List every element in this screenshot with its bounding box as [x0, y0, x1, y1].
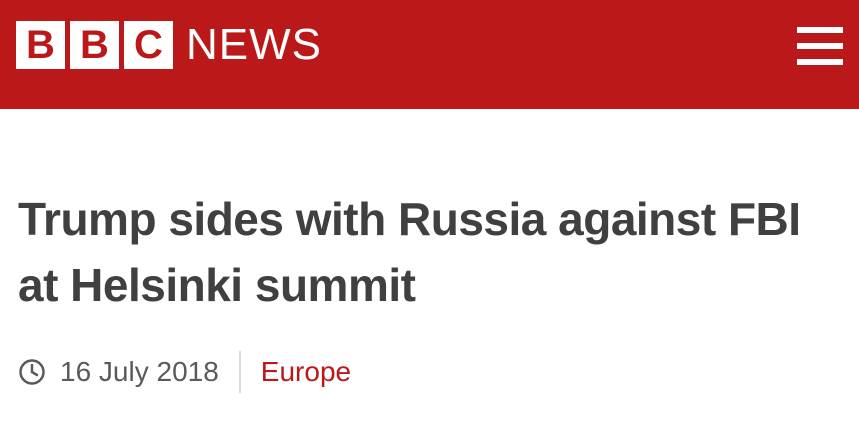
logo-block-c: C: [124, 21, 173, 69]
clock-icon: [18, 358, 46, 386]
site-header: B B C NEWS: [0, 0, 859, 109]
article-date: 16 July 2018: [60, 356, 219, 387]
menu-bar-middle: [797, 43, 843, 49]
hamburger-menu-icon[interactable]: [797, 27, 843, 65]
menu-bar-top: [797, 27, 843, 33]
meta-divider: [238, 351, 241, 393]
bbc-news-logo[interactable]: B B C NEWS: [16, 21, 322, 69]
section-link-europe[interactable]: Europe: [261, 356, 351, 388]
logo-block-b1: B: [16, 21, 65, 69]
article-meta: 16 July 2018 Europe: [18, 350, 351, 394]
menu-bar-bottom: [797, 59, 843, 65]
logo-block-b2: B: [70, 21, 119, 69]
logo-news-word: NEWS: [186, 20, 322, 69]
article-headline: Trump sides with Russia against FBI at H…: [18, 193, 801, 311]
